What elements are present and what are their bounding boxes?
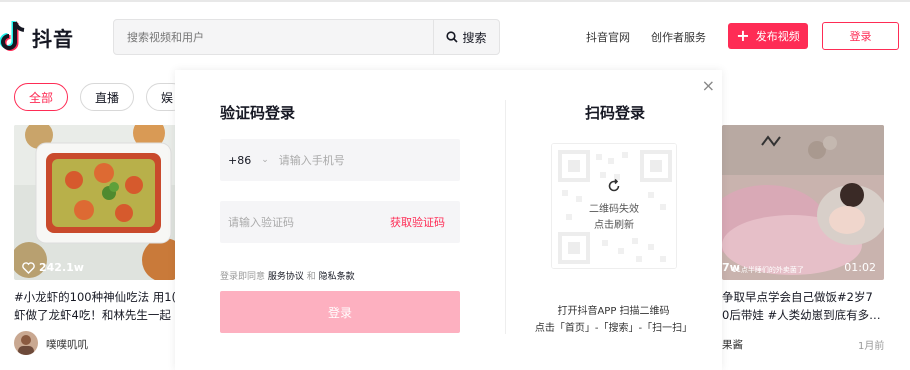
douyin-logo[interactable]: 抖音 [0, 20, 74, 54]
baby-sleeping-image: 11点半睡们的外卖菌了 [722, 125, 884, 280]
logo-text: 抖音 [32, 26, 74, 51]
divider [505, 100, 506, 334]
service-agreement-link[interactable]: 服务协议 [268, 272, 304, 282]
like-count: 242.1w [22, 261, 84, 274]
author-name[interactable]: 噗噗叽叽 [46, 337, 88, 352]
qr-code[interactable]: 二维码失效 点击刷新 [551, 143, 677, 269]
search-button-label: 搜索 [462, 30, 487, 45]
close-icon[interactable]: × [702, 76, 715, 95]
publish-video-label: 发布视频 [755, 30, 800, 43]
video-thumbnail-baby[interactable]: 11点半睡们的外卖菌了 7w 01:02 [722, 125, 884, 280]
privacy-policy-link[interactable]: 隐私条款 [319, 272, 355, 282]
qr-instruction-1: 打开抖音APP 扫描二维码 [557, 306, 670, 317]
publish-video-button[interactable]: + 发布视频 [728, 23, 808, 49]
agree-prefix: 登录即同意 [220, 272, 266, 282]
nav-official-site[interactable]: 抖音官网 [586, 29, 630, 45]
like-count-value: 7w [722, 261, 740, 274]
video-title-line2[interactable]: 0后带娃 #人类幼崽到底有多… [722, 305, 884, 325]
qr-refresh-text[interactable]: 点击刷新 [594, 218, 634, 234]
category-live[interactable]: 直播 [80, 83, 134, 111]
like-count: 7w [722, 261, 740, 274]
agree-and: 和 [306, 272, 316, 282]
qr-expired-text: 二维码失效 [589, 204, 639, 215]
search-input[interactable] [114, 20, 433, 54]
search-bar: 搜索 [113, 19, 500, 55]
heart-icon [22, 261, 35, 274]
header-login-button[interactable]: 登录 [822, 22, 899, 50]
thumbnail-caption: 11点半睡们的外卖菌了 [732, 265, 804, 274]
code-input[interactable]: 请输入验证码 [228, 214, 294, 230]
video-duration: 01:02 [844, 261, 876, 274]
category-all[interactable]: 全部 [14, 83, 68, 111]
like-count-value: 242.1w [39, 261, 84, 274]
video-thumbnail-crayfish[interactable]: 242.1w [14, 125, 184, 280]
login-submit-button[interactable]: 登录 [220, 291, 460, 333]
phone-field[interactable]: +86 ⌄ 请输入手机号 [220, 139, 460, 181]
douyin-note-icon [0, 20, 26, 54]
country-code-select[interactable]: +86 [220, 154, 251, 167]
login-modal: × 验证码登录 +86 ⌄ 请输入手机号 请输入验证码 获取验证码 登录即同意 … [175, 70, 722, 370]
agreement-text: 登录即同意 服务协议 和 隐私条款 [220, 269, 355, 282]
search-button[interactable]: 搜索 [433, 20, 499, 54]
search-icon [446, 31, 459, 43]
sms-login-title: 验证码登录 [220, 104, 296, 122]
qr-instruction-2: 点击「首页」-「搜索」-「扫一扫」 [534, 323, 693, 334]
video-title-line1[interactable]: 争取早点学会自己做饭#2岁7 [722, 287, 884, 307]
qr-refresh-overlay[interactable]: 二维码失效 点击刷新 [552, 144, 676, 268]
phone-input[interactable]: 请输入手机号 [279, 152, 345, 168]
get-code-button[interactable]: 获取验证码 [390, 214, 445, 230]
author-name[interactable]: 果酱 [722, 337, 743, 352]
crayfish-dish-image [14, 125, 184, 280]
video-title-line1[interactable]: #小龙虾的100种神仙吃法 用1( [14, 287, 176, 307]
author-avatar-image [18, 335, 34, 355]
refresh-icon [608, 178, 620, 192]
nav-creator-service[interactable]: 创作者服务 [651, 29, 706, 45]
video-title-line2[interactable]: 虾做了龙虾4吃！和林先生一起 [14, 305, 176, 325]
chevron-down-icon: ⌄ [261, 155, 269, 165]
plus-icon: + [736, 26, 750, 45]
avatar[interactable] [14, 331, 38, 355]
publish-time: 1月前 [858, 341, 885, 352]
code-field[interactable]: 请输入验证码 获取验证码 [220, 201, 460, 243]
top-header: 抖音 搜索 抖音官网 创作者服务 + 发布视频 登录 [0, 0, 910, 70]
qr-login-title: 扫码登录 [585, 104, 646, 122]
